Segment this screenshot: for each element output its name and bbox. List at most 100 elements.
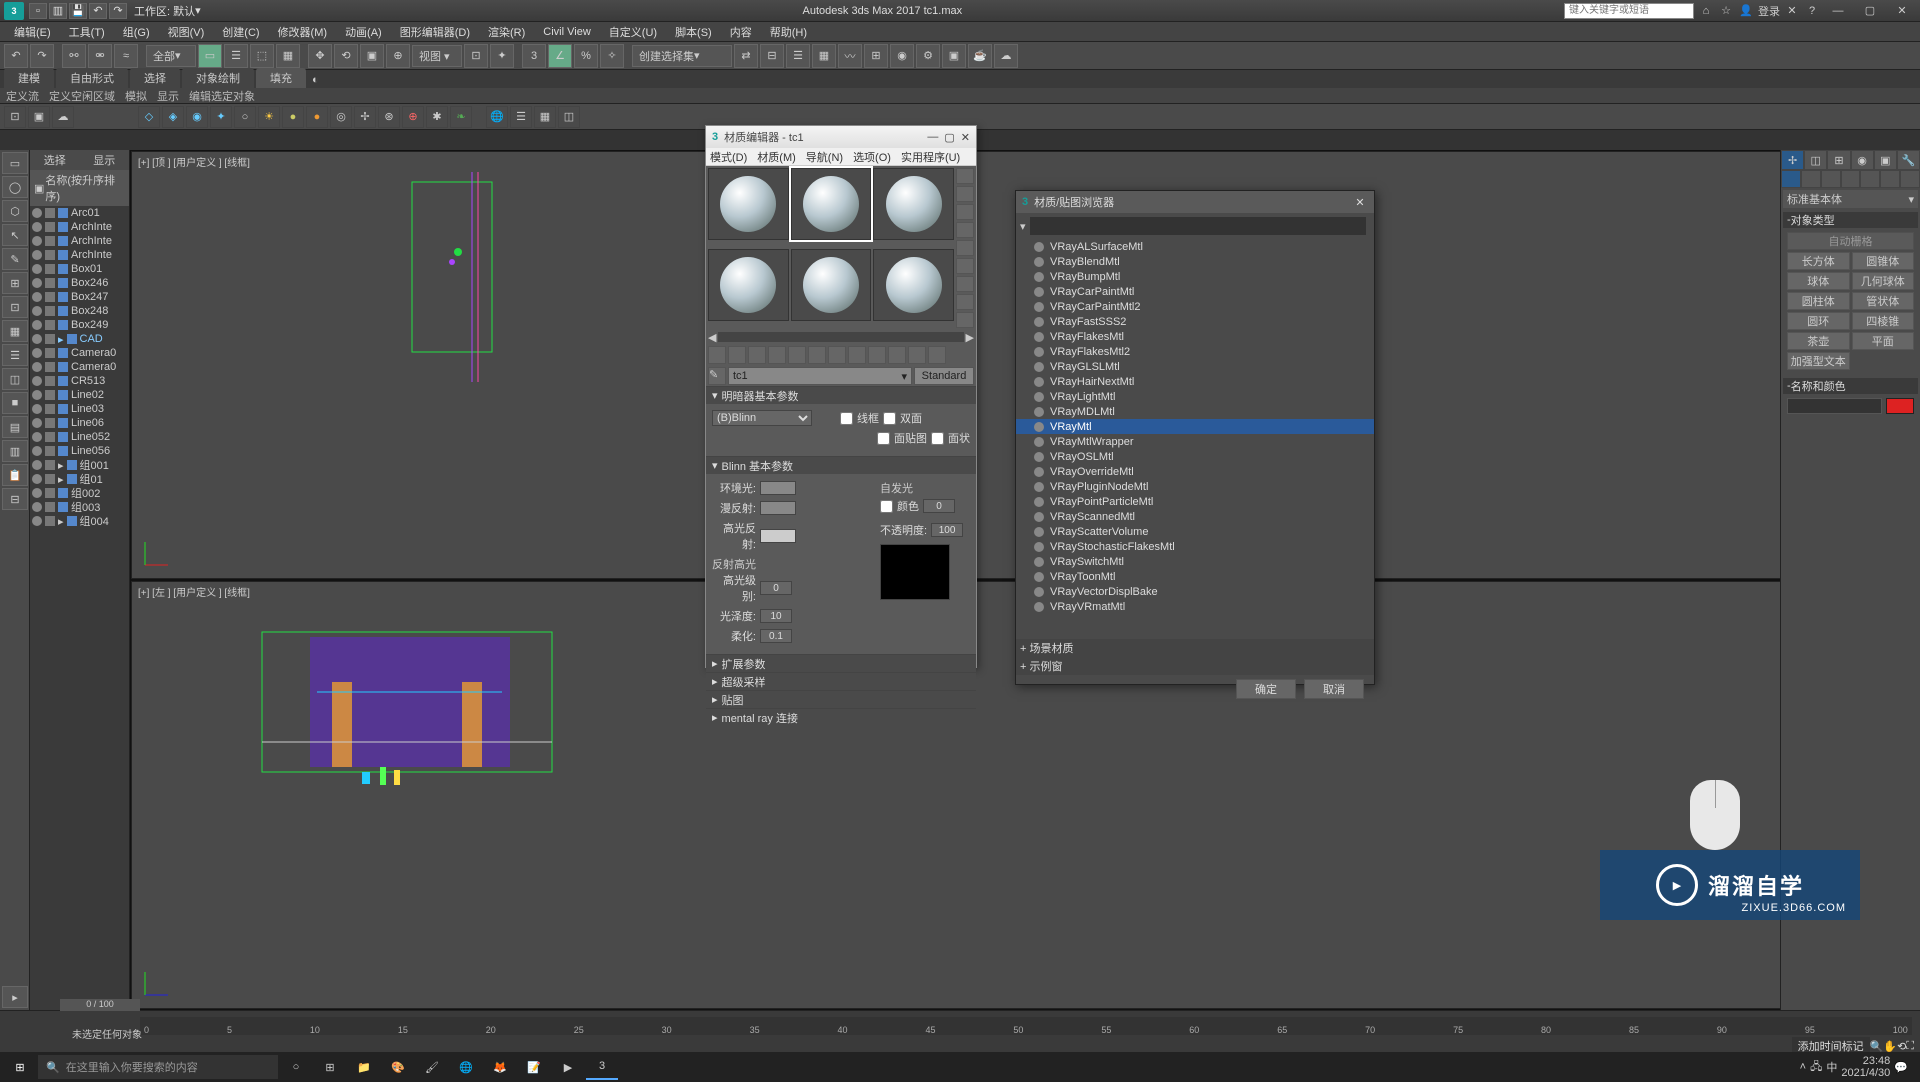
scene-item[interactable]: Line02 — [30, 388, 129, 402]
firefox-icon[interactable]: 🦊 — [484, 1054, 516, 1080]
link-button[interactable]: ⚯ — [62, 44, 86, 68]
mtl-maximize-button[interactable]: ▢ — [944, 131, 954, 144]
cameras-icon[interactable] — [1841, 170, 1861, 188]
t2-17[interactable]: ▦ — [534, 106, 556, 128]
browser-item[interactable]: VRayPointParticleMtl — [1016, 494, 1374, 509]
shader-type-select[interactable]: (B)Blinn — [712, 410, 812, 426]
cortana-icon[interactable]: ○ — [280, 1054, 312, 1080]
browser-titlebar[interactable]: 3 材质/贴图浏览器 ✕ — [1016, 191, 1374, 213]
scene-item[interactable]: Box247 — [30, 290, 129, 304]
primitive-button[interactable]: 加强型文本 — [1787, 352, 1850, 370]
show-map-icon[interactable] — [868, 346, 886, 364]
primitive-button[interactable]: 四棱锥 — [1852, 312, 1915, 330]
video-check-icon[interactable] — [956, 240, 974, 256]
primitive-button[interactable]: 圆锥体 — [1852, 252, 1915, 270]
select-by-mtl-icon[interactable] — [956, 294, 974, 310]
user-icon[interactable]: 👤 — [1738, 3, 1754, 19]
primitive-button[interactable]: 圆柱体 — [1787, 292, 1850, 310]
tab-modeling[interactable]: 建模 — [4, 68, 54, 88]
lt-fence[interactable]: ⬡ — [2, 200, 28, 222]
leaf-icon[interactable]: ❧ — [450, 106, 472, 128]
browser-item[interactable]: VRayOverrideMtl — [1016, 464, 1374, 479]
mtl-minimize-button[interactable]: — — [927, 131, 938, 143]
menu-graph[interactable]: 图形编辑器(D) — [392, 22, 478, 42]
autogrid-button[interactable]: 自动栅格 — [1787, 232, 1914, 250]
sub-sim[interactable]: 模拟 — [125, 88, 147, 104]
browser-item[interactable]: VRayHairNextMtl — [1016, 374, 1374, 389]
menu-modifiers[interactable]: 修改器(M) — [270, 22, 336, 42]
tab-freeform[interactable]: 自由形式 — [56, 68, 128, 88]
rollout-mentalray[interactable]: ▸ mental ray 连接 — [706, 709, 976, 726]
material-slot[interactable] — [873, 168, 954, 240]
display-tab-icon[interactable]: ▣ — [1874, 150, 1897, 170]
spinner-snap-button[interactable]: ✧ — [600, 44, 624, 68]
workspace-selector[interactable]: 工作区: 默认 ▾ — [134, 3, 201, 19]
login-label[interactable]: 登录 — [1758, 3, 1780, 19]
app-icon-3[interactable]: 📝 — [518, 1054, 550, 1080]
browser-cancel-button[interactable]: 取消 — [1304, 679, 1364, 699]
lt-sel[interactable]: ▭ — [2, 152, 28, 174]
select-object-button[interactable]: ▭ — [198, 44, 222, 68]
undo-icon[interactable]: ↶ — [89, 3, 107, 19]
object-color-swatch[interactable] — [1886, 398, 1914, 414]
object-name-field[interactable] — [1787, 398, 1882, 414]
t2-2[interactable]: ◈ — [162, 106, 184, 128]
twosided-checkbox[interactable] — [883, 412, 896, 425]
sub-idle[interactable]: 定义空闲区域 — [49, 88, 115, 104]
browser-item[interactable]: VRayFlakesMtl — [1016, 329, 1374, 344]
nav-maximize-icon[interactable]: ⛶ — [1906, 1040, 1914, 1053]
t2-a[interactable]: ⊡ — [4, 106, 26, 128]
manipulate-button[interactable]: ✦ — [490, 44, 514, 68]
time-slider[interactable]: 0510152025303540455055606570758085909510… — [140, 1017, 1912, 1035]
lights-icon[interactable] — [1821, 170, 1841, 188]
menu-edit[interactable]: 编辑(E) — [6, 22, 59, 42]
scene-tab-select[interactable]: 选择 — [44, 152, 66, 168]
toggle-ribbon-button[interactable]: ▦ — [812, 44, 836, 68]
scene-item[interactable]: Camera0 — [30, 346, 129, 360]
scene-item[interactable]: ▸组004 — [30, 514, 129, 528]
undo-button[interactable]: ↶ — [4, 44, 28, 68]
show-result-icon[interactable] — [888, 346, 906, 364]
rollout-name-color[interactable]: - 名称和颜色 — [1783, 378, 1918, 394]
primitive-button[interactable]: 圆环 — [1787, 312, 1850, 330]
placement-button[interactable]: ⊕ — [386, 44, 410, 68]
t2-18[interactable]: ◫ — [558, 106, 580, 128]
browser-item[interactable]: VRayMDLMtl — [1016, 404, 1374, 419]
browser-item[interactable]: VRayVectorDisplBake — [1016, 584, 1374, 599]
browser-item[interactable]: VRayScatterVolume — [1016, 524, 1374, 539]
rollout-shader-params[interactable]: ▾ 明暗器基本参数 — [706, 387, 976, 404]
shapes-icon[interactable] — [1801, 170, 1821, 188]
systems-icon[interactable] — [1900, 170, 1920, 188]
scene-item[interactable]: Line052 — [30, 430, 129, 444]
exchange-icon[interactable]: ✕ — [1784, 3, 1800, 19]
t2-1[interactable]: ◇ — [138, 106, 160, 128]
motion-tab-icon[interactable]: ◉ — [1851, 150, 1874, 170]
scene-item[interactable]: ArchInte — [30, 234, 129, 248]
primitive-button[interactable]: 茶壶 — [1787, 332, 1850, 350]
mtl-menu-nav[interactable]: 导航(N) — [806, 149, 843, 165]
browser-item[interactable]: VRayVRmatMtl — [1016, 599, 1374, 614]
schematic-button[interactable]: ⊞ — [864, 44, 888, 68]
scene-sort-header[interactable]: ▣名称(按升序排序) — [30, 170, 129, 206]
utilities-tab-icon[interactable]: 🔧 — [1897, 150, 1920, 170]
scene-item[interactable]: 组002 — [30, 486, 129, 500]
scene-item[interactable]: Box246 — [30, 276, 129, 290]
material-editor-window[interactable]: 3 材质编辑器 - tc1 — ▢ ✕ 模式(D) 材质(M) 导航(N) 选项… — [705, 125, 977, 668]
facemap-checkbox[interactable] — [877, 432, 890, 445]
pivot-button[interactable]: ⊡ — [464, 44, 488, 68]
sample-uv-icon[interactable] — [956, 222, 974, 238]
rollout-object-type[interactable]: - 对象类型 — [1783, 212, 1918, 228]
percent-snap-button[interactable]: % — [574, 44, 598, 68]
menu-content[interactable]: 内容 — [722, 22, 760, 42]
hierarchy-tab-icon[interactable]: ⊞ — [1827, 150, 1850, 170]
create-tab-icon[interactable]: ✢ — [1781, 150, 1804, 170]
menu-views[interactable]: 视图(V) — [160, 22, 213, 42]
scene-item[interactable]: 组003 — [30, 500, 129, 514]
lt-f[interactable]: ■ — [2, 392, 28, 414]
browser-options-icon[interactable]: ▾ — [1020, 220, 1026, 233]
geometry-icon[interactable] — [1781, 170, 1801, 188]
rollout-extended[interactable]: ▸ 扩展参数 — [706, 655, 976, 672]
make-unique-icon[interactable] — [808, 346, 826, 364]
select-name-button[interactable]: ☰ — [224, 44, 248, 68]
scene-item[interactable]: Arc01 — [30, 206, 129, 220]
